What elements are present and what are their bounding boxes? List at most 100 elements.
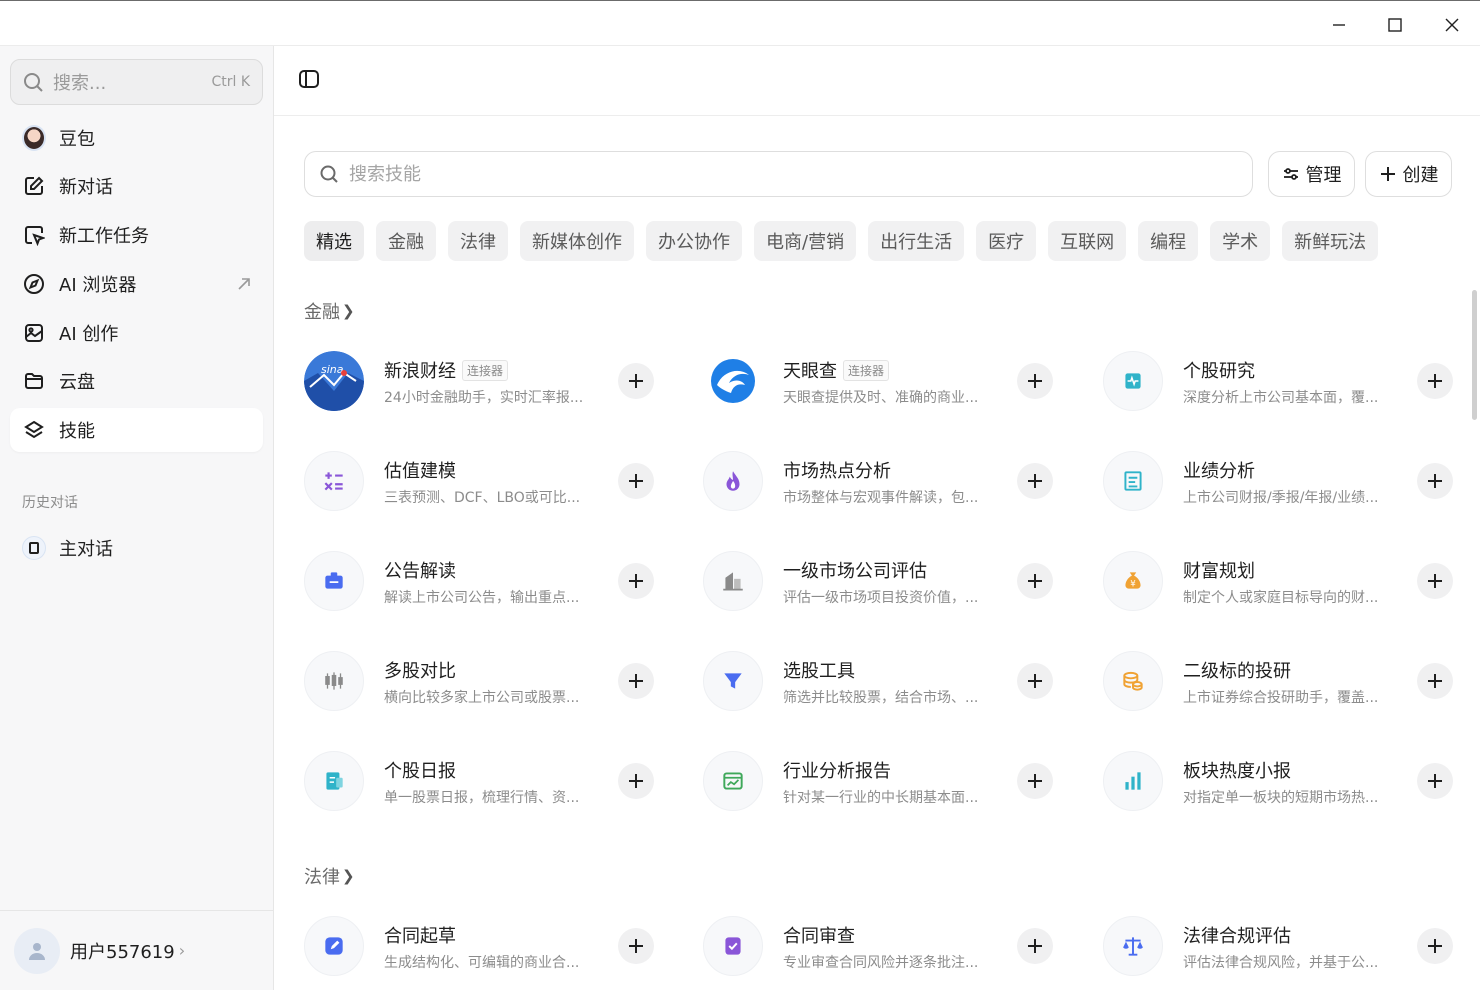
sidebar-search[interactable]: 搜索... Ctrl K [10,59,263,105]
sidebar-item-doubao[interactable]: 豆包 [10,116,263,160]
skill-card[interactable]: 公告解读 解读上市公司公告，输出重点... [304,546,664,616]
history-section-label: 历史对话 [22,495,78,511]
history-item-main-chat[interactable]: 主对话 [10,526,263,570]
add-skill-button[interactable] [1417,563,1453,599]
skill-name-row: 合同起草 [384,922,456,948]
skill-description: 三表预测、DCF、LBO或可比... [384,490,581,506]
tab-internet[interactable]: 互联网 [1048,221,1127,261]
notice-icon [325,572,343,589]
search-icon [24,73,43,92]
add-skill-button[interactable] [1017,663,1053,699]
sidebar-item-cloud-drive[interactable]: 云盘 [10,359,263,403]
add-skill-button[interactable] [618,563,654,599]
tab-featured[interactable]: 精选 [304,221,364,261]
skill-card[interactable]: 个股日报 单一股票日报，梳理行情、资... [304,746,664,816]
scrollbar-thumb[interactable] [1472,290,1477,420]
tab-law[interactable]: 法律 [448,221,508,261]
skill-description: 24小时金融助手，实时汇率报... [384,390,584,406]
maximize-icon [1388,18,1402,32]
skill-card[interactable]: 天眼查 连接器 天眼查提供及时、准确的商业... [703,346,1063,416]
skill-icon [703,551,763,611]
close-button[interactable] [1437,11,1467,39]
skill-name-row: 选股工具 [783,657,855,683]
skill-card[interactable]: 选股工具 筛选并比较股票，结合市场、... [703,646,1063,716]
chat-doc-icon [22,536,46,560]
add-skill-button[interactable] [618,663,654,699]
minimize-button[interactable] [1324,11,1354,39]
skill-card[interactable]: 估值建模 三表预测、DCF、LBO或可比... [304,446,664,516]
add-skill-button[interactable] [1417,928,1453,964]
skill-description: 单一股票日报，梳理行情、资... [384,790,580,806]
skill-name-row: 天眼查 连接器 [783,357,890,383]
plus-icon [1028,574,1042,588]
add-skill-button[interactable] [1017,928,1053,964]
tab-coding[interactable]: 编程 [1138,221,1199,261]
main-panel: 管理 创建 精选 金融 法律 新媒体创作 办公协作 电商/营销 出行生活 医疗 … [274,46,1480,990]
tab-new-media[interactable]: 新媒体创作 [520,221,634,261]
plus-icon [629,674,643,688]
sidebar-item-skills[interactable]: 技能 [10,408,263,452]
add-skill-button[interactable] [618,463,654,499]
skill-card[interactable]: 法律合规评估 评估法律合规风险，并基于公... [1103,911,1463,981]
tab-academic[interactable]: 学术 [1210,221,1271,261]
plus-icon [629,939,643,953]
skill-card[interactable]: 板块热度小报 对指定单一板块的短期市场热... [1103,746,1463,816]
skill-name-row: 板块热度小报 [1183,757,1291,783]
add-skill-button[interactable] [1017,763,1053,799]
tab-finance[interactable]: 金融 [376,221,436,261]
sidebar-item-ai-create[interactable]: AI 创作 [10,311,263,355]
svg-text:¥: ¥ [1130,579,1136,589]
add-skill-button[interactable] [618,928,654,964]
user-profile[interactable]: 用户557619 › [0,910,274,990]
plus-icon [1428,939,1442,953]
plus-icon [1428,574,1442,588]
category-title-finance[interactable]: 金融 ❯ [304,298,355,324]
skill-card[interactable]: 业绩分析 上市公司财报/季报/年报/业绩... [1103,446,1463,516]
skill-name-row: 估值建模 [384,457,456,483]
skill-name: 法律合规评估 [1183,926,1291,947]
skill-card[interactable]: 二级标的投研 上市证券综合投研助手，覆盖... [1103,646,1463,716]
skill-card[interactable]: 个股研究 深度分析上市公司基本面，覆... [1103,346,1463,416]
tab-fun[interactable]: 新鲜玩法 [1282,221,1379,261]
add-skill-button[interactable] [1417,763,1453,799]
add-skill-button[interactable] [1417,663,1453,699]
sidebar-toggle-button[interactable] [298,68,322,92]
skill-name-row: 行业分析报告 [783,757,891,783]
tab-travel-life[interactable]: 出行生活 [868,221,965,261]
add-skill-button[interactable] [618,363,654,399]
skill-name: 业绩分析 [1183,461,1255,482]
add-skill-button[interactable] [1017,563,1053,599]
add-skill-button[interactable] [1017,463,1053,499]
skill-search-input[interactable] [349,163,1238,185]
skill-card[interactable]: 市场热点分析 市场整体与宏观事件解读，包... [703,446,1063,516]
skill-card[interactable]: 合同起草 生成结构化、可编辑的商业合... [304,911,664,981]
category-title-law[interactable]: 法律 ❯ [304,863,355,889]
skill-card[interactable]: sina 新浪财经 连接器 24小时金融助手，实时汇率报... [304,346,664,416]
manage-button[interactable]: 管理 [1268,151,1355,197]
skill-icon: ¥ [1103,551,1163,611]
add-skill-button[interactable] [1417,363,1453,399]
user-icon [29,942,45,960]
tab-office[interactable]: 办公协作 [646,221,742,261]
skill-card[interactable]: 多股对比 横向比较多家上市公司或股票... [304,646,664,716]
sidebar-item-label: 新对话 [59,177,113,198]
skill-icon [703,751,763,811]
skill-icon: sina [304,351,364,411]
maximize-button[interactable] [1380,11,1410,39]
tab-medical[interactable]: 医疗 [976,221,1037,261]
skill-card[interactable]: 行业分析报告 针对某一行业的中长期基本面... [703,746,1063,816]
skill-name: 个股研究 [1183,361,1255,382]
sidebar-item-ai-browser[interactable]: AI 浏览器 [10,262,263,306]
add-skill-button[interactable] [1417,463,1453,499]
close-icon [1445,18,1459,32]
add-skill-button[interactable] [1017,363,1053,399]
skill-card[interactable]: 合同审查 专业审查合同风险并逐条批注... [703,911,1063,981]
create-button[interactable]: 创建 [1365,151,1452,197]
skill-card[interactable]: ¥ 财富规划 制定个人或家庭目标导向的财... [1103,546,1463,616]
sidebar-item-new-chat[interactable]: 新对话 [10,164,263,208]
sidebar-item-new-task[interactable]: 新工作任务 [10,213,263,257]
add-skill-button[interactable] [618,763,654,799]
skill-card[interactable]: 一级市场公司评估 评估一级市场项目投资价值，... [703,546,1063,616]
tab-ecommerce[interactable]: 电商/营销 [754,221,857,261]
compass-icon [24,274,44,294]
